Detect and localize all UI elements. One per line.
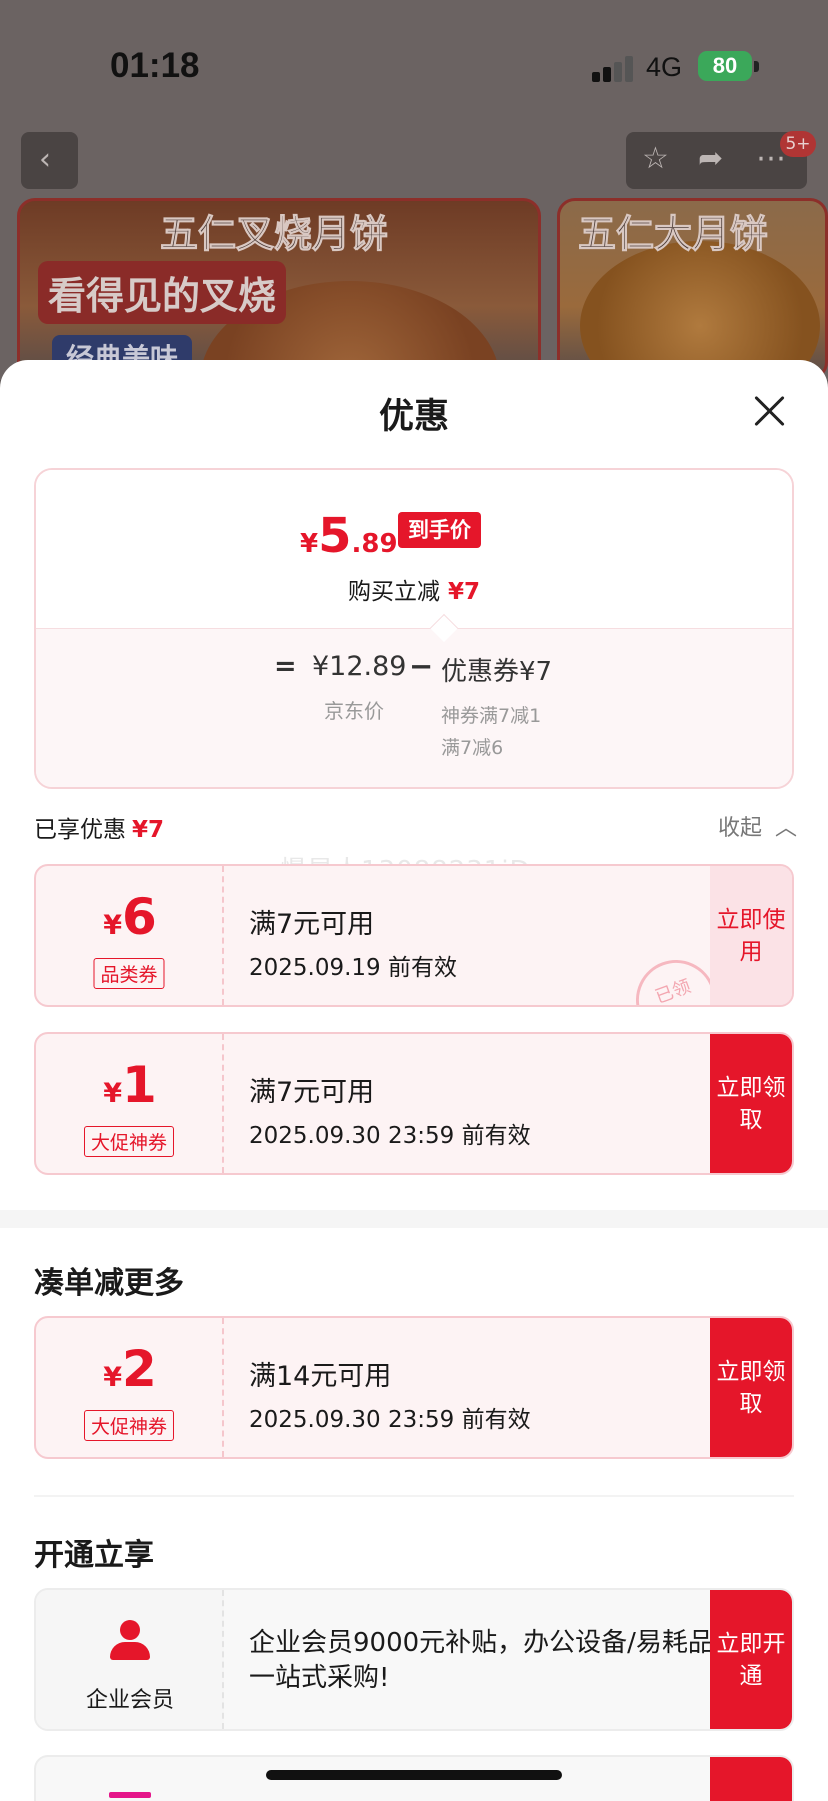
coupon-type: 品类券: [93, 958, 165, 989]
enjoyed-label: 已享优惠: [34, 817, 126, 843]
jd-price: ¥12.89: [312, 651, 407, 682]
buy-reduce-value: ¥7: [447, 579, 480, 605]
jd-price-label: 京东价: [324, 699, 384, 723]
final-price-tag: 到手价: [398, 512, 481, 548]
back-button[interactable]: ‹: [21, 132, 78, 189]
collapse-button[interactable]: 收起 ︿: [718, 810, 797, 842]
coupon-expiry: 2025.09.19 前有效: [249, 955, 457, 981]
background-page: 01:18 4G 80 ‹ ☆ ➦ ⋯ 5+ 五仁叉烧月饼 看得见的叉烧 经典美…: [0, 0, 828, 380]
section-divider: [34, 1495, 794, 1497]
price-formula: = ¥12.89 京东价 − 优惠券¥7 神券满7减1 满7减6: [36, 628, 792, 787]
person-icon: [110, 1620, 150, 1660]
close-icon[interactable]: [752, 394, 786, 428]
claim-coupon-button[interactable]: 立即领取: [710, 1318, 792, 1457]
banner-title: 五仁大月饼: [577, 212, 769, 257]
use-coupon-button[interactable]: 立即使用: [710, 866, 792, 1005]
coupon-line: 满7减6: [441, 737, 504, 759]
coupon-condition: 满7元可用: [249, 1077, 375, 1108]
open-section-title: 开通立享: [34, 1538, 154, 1573]
banner-title: 五仁叉烧月饼: [159, 212, 389, 257]
collapse-label: 收起: [718, 816, 763, 841]
open-membership-button[interactable]: 立即开通: [710, 1590, 792, 1729]
product-banner-2[interactable]: 五仁大月饼: [557, 198, 828, 380]
coupon-value: 2: [122, 1340, 157, 1398]
enjoyed-value: ¥7: [132, 817, 165, 843]
home-indicator: [266, 1770, 562, 1780]
next-card-action[interactable]: [710, 1757, 792, 1801]
coupon-value: 1: [122, 1056, 157, 1114]
coupon-card: ¥6 品类券 满7元可用 2025.09.19 前有效 已领 立即使用: [34, 864, 794, 1007]
banner-tag: 看得见的叉烧: [38, 261, 287, 324]
chevron-up-icon: ︿: [775, 816, 798, 841]
price-top: ¥5.89 到手价 购买立减 ¥7: [36, 470, 792, 628]
membership-description: 企业会员9000元补贴，办公设备/易耗品一站式采购!: [249, 1628, 714, 1693]
status-bar: 01:18 4G 80: [0, 0, 828, 130]
coupon-expiry: 2025.09.30 23:59 前有效: [249, 1123, 531, 1149]
battery-icon: 80: [698, 51, 752, 81]
coupon-amount-area: ¥1 大促神券: [36, 1034, 224, 1173]
coupon-condition: 满7元可用: [249, 909, 375, 940]
claim-coupon-button[interactable]: 立即领取: [710, 1034, 792, 1173]
yen-symbol: ¥: [300, 529, 319, 559]
share-icon[interactable]: ➦: [698, 141, 723, 176]
buy-reduce: 购买立减 ¥7: [36, 572, 792, 606]
more-section-title: 凑单减更多: [34, 1266, 184, 1301]
coupon-card: ¥2 大促神券 满14元可用 2025.09.30 23:59 前有效 立即领取: [34, 1316, 794, 1459]
coupon-amount: ¥6: [36, 888, 224, 946]
minus-sign: −: [409, 649, 434, 683]
sheet-title: 优惠: [378, 397, 449, 437]
coupon-condition: 满14元可用: [249, 1361, 392, 1392]
final-price: ¥5.89: [300, 508, 398, 564]
buy-reduce-label: 购买立减: [347, 579, 440, 605]
coupon-amount-area: ¥6 品类券: [36, 866, 224, 1005]
status-time: 01:18: [110, 46, 200, 85]
network-label: 4G: [646, 52, 683, 82]
coupon-amount-area: ¥2 大促神券: [36, 1318, 224, 1457]
coupon-value: 6: [122, 888, 157, 946]
equals-sign: =: [274, 651, 297, 682]
chevron-left-icon: ‹: [39, 142, 51, 177]
coupon-type: 大促神券: [83, 1410, 175, 1441]
price-decimal: .89: [351, 529, 398, 559]
coupon-type: 大促神券: [83, 1126, 175, 1157]
product-banner-1[interactable]: 五仁叉烧月饼 看得见的叉烧 经典美味: [17, 198, 541, 380]
membership-icon-area: 企业会员: [36, 1590, 224, 1729]
star-icon[interactable]: ☆: [642, 141, 669, 176]
battery-tip: [754, 61, 759, 72]
enjoyed-discount: 已享优惠 ¥7: [34, 810, 164, 844]
yen-symbol: ¥: [103, 1362, 122, 1393]
price-breakdown: ¥5.89 到手价 购买立减 ¥7 = ¥12.89 京东价 − 优惠券¥7 神券…: [34, 468, 794, 789]
coupon-total: 优惠券¥7: [441, 657, 553, 687]
coupon-line: 神券满7减1: [441, 705, 542, 727]
message-badge: 5+: [780, 131, 816, 157]
discount-sheet: 优惠 ¥5.89 到手价 购买立减 ¥7 = ¥12.89 京东价 − 优惠券¥7…: [0, 360, 828, 1801]
coupon-amount: ¥2: [36, 1340, 224, 1398]
coupon-expiry: 2025.09.30 23:59 前有效: [249, 1407, 531, 1433]
section-divider: [0, 1210, 828, 1228]
card-icon: [109, 1792, 151, 1798]
price-integer: 5: [318, 508, 352, 564]
membership-card: 企业会员 企业会员9000元补贴，办公设备/易耗品一站式采购! 立即开通: [34, 1588, 794, 1731]
signal-icon: [592, 56, 636, 82]
yen-symbol: ¥: [103, 910, 122, 941]
membership-label: 企业会员: [85, 1688, 174, 1713]
coupon-card: ¥1 大促神券 满7元可用 2025.09.30 23:59 前有效 立即领取: [34, 1032, 794, 1175]
yen-symbol: ¥: [103, 1078, 122, 1109]
coupon-amount: ¥1: [36, 1056, 224, 1114]
